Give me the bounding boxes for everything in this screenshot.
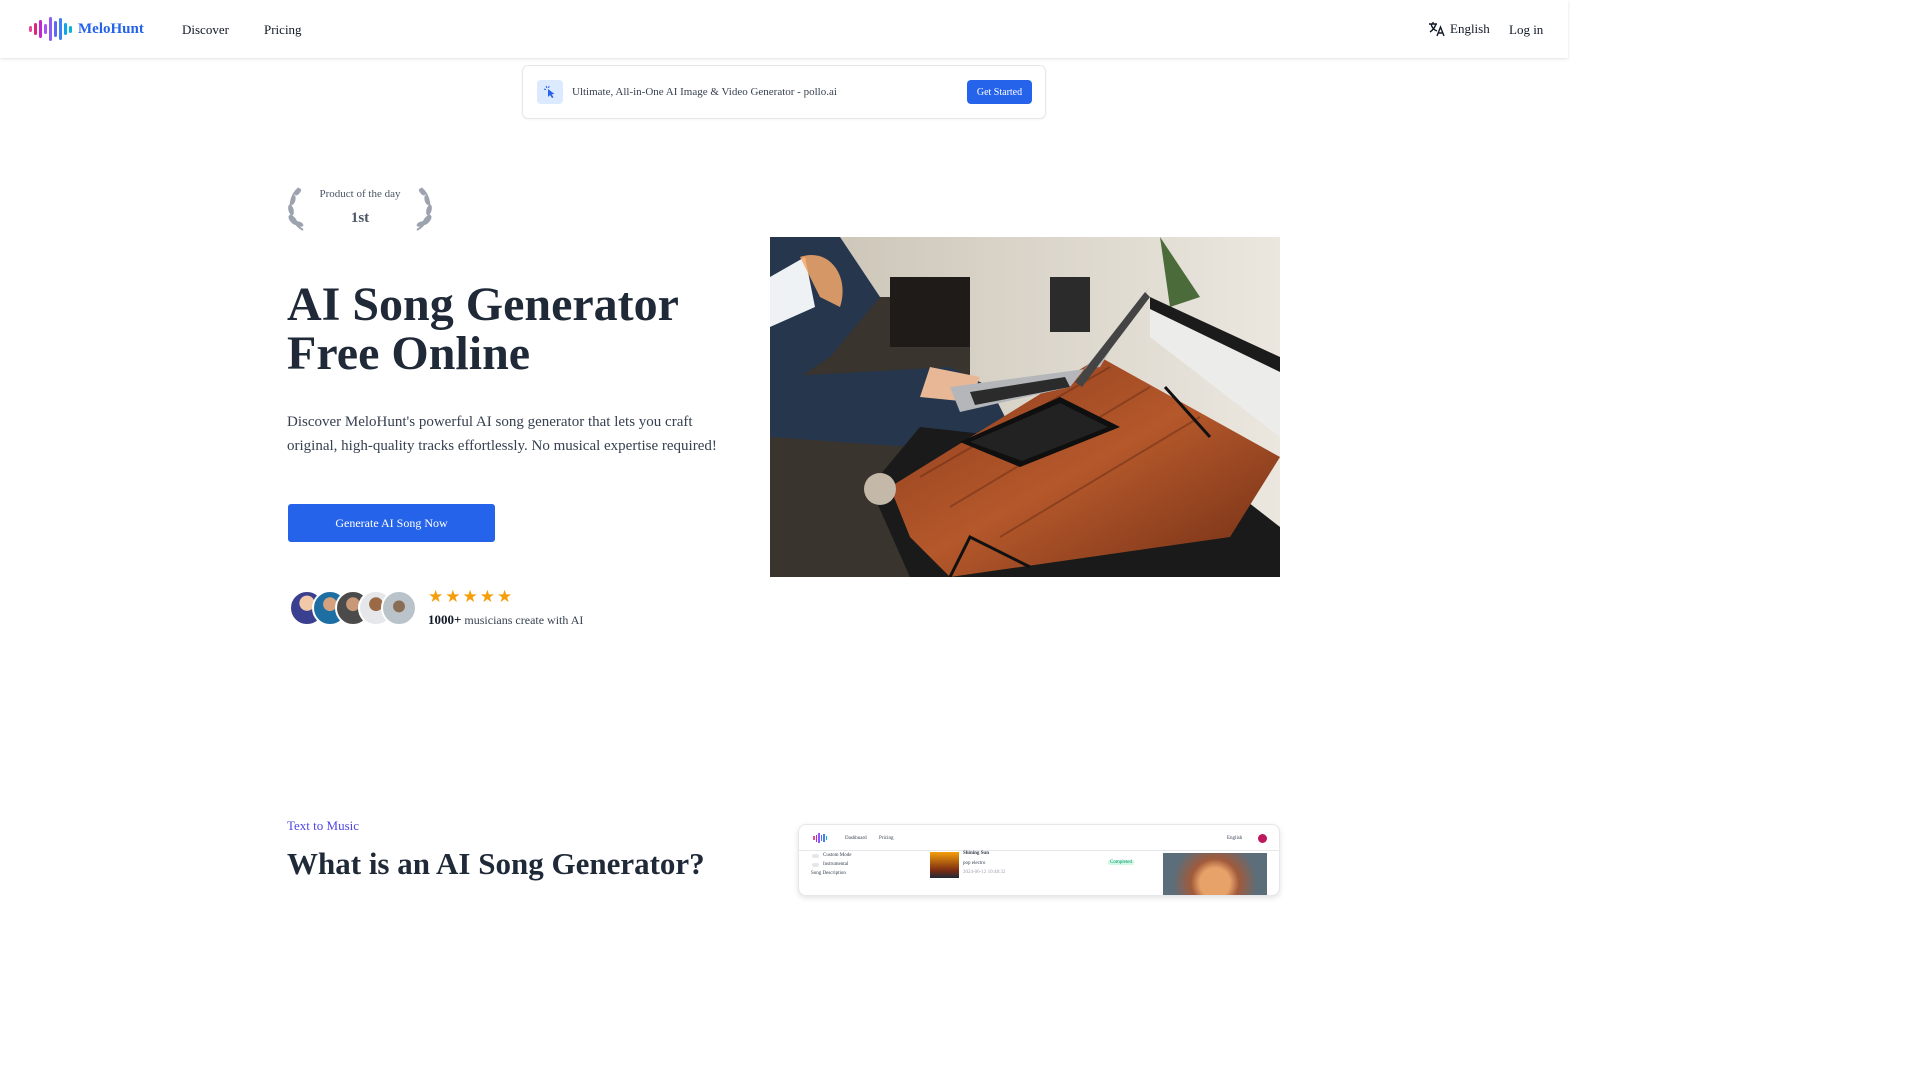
star-icon: ★ <box>462 587 478 606</box>
hero-title: AI Song Generator Free Online <box>287 280 727 378</box>
musicians-count: 1000+ musicians create with AI <box>428 612 583 628</box>
promo-text: Ultimate, All-in-One AI Image & Video Ge… <box>572 86 837 98</box>
star-icon: ★ <box>445 587 461 606</box>
nav-pricing[interactable]: Pricing <box>264 22 302 38</box>
get-started-button[interactable]: Get Started <box>967 80 1032 104</box>
star-icon: ★ <box>428 587 444 606</box>
product-of-the-day-badge[interactable]: Product of the day 1st <box>287 186 433 234</box>
preview-instrumental: Instrumental <box>823 862 849 867</box>
section-tag: Text to Music <box>287 818 360 833</box>
song-cover <box>930 852 959 878</box>
language-selector[interactable]: English <box>1428 21 1490 37</box>
hero-image <box>770 237 1280 577</box>
preview-nav-dashboard: Dashboard <box>845 836 867 841</box>
preview-song-description: Song Description <box>811 871 846 876</box>
rating-stars: ★ ★ ★ ★ ★ <box>428 588 512 606</box>
preview-nav-pricing: Pricing <box>879 836 894 841</box>
musicians-text: musicians create with AI <box>464 613 584 627</box>
preview-song-title: Shining Sun <box>963 851 989 856</box>
preview-language: English <box>1227 836 1243 841</box>
hero-description: Discover MeloHunt's powerful AI song gen… <box>287 414 717 454</box>
language-label: English <box>1450 21 1490 36</box>
preview-custom-mode: Custom Mode <box>823 853 852 858</box>
preview-song-status: Completed <box>1108 860 1134 865</box>
translate-icon <box>1429 22 1445 37</box>
avatar <box>381 590 417 626</box>
hero-title-line-1: AI Song Generator <box>287 278 679 331</box>
avatar <box>1258 834 1267 843</box>
sound-wave-logo-icon <box>813 833 827 843</box>
login-link[interactable]: Log in <box>1509 22 1543 38</box>
sound-wave-logo-icon <box>29 16 72 42</box>
musicians-number: 1000+ <box>428 612 462 627</box>
laurel-right-icon <box>416 187 432 231</box>
logo[interactable]: MeloHunt <box>29 16 144 42</box>
pointer-click-icon <box>537 80 563 104</box>
preview-song-genre: pop electro <box>963 861 986 866</box>
brand-name: MeloHunt <box>78 20 144 37</box>
section-title: What is an AI Song Generator? <box>287 846 705 881</box>
app-preview-screenshot: Dashboard Pricing English Custom Mode In… <box>798 824 1280 896</box>
hero-title-line-2: Free Online <box>287 327 531 380</box>
star-icon: ★ <box>497 587 513 606</box>
generate-song-button[interactable]: Generate AI Song Now <box>288 504 495 542</box>
preview-song-date: 2024-06-12 10:48:32 <box>963 870 1006 875</box>
nav-discover[interactable]: Discover <box>182 22 229 38</box>
top-navbar: MeloHunt Discover Pricing English Log in <box>0 0 1568 58</box>
promo-banner[interactable]: Ultimate, All-in-One AI Image & Video Ge… <box>522 65 1046 119</box>
song-artwork <box>1163 853 1267 895</box>
star-icon: ★ <box>479 587 495 606</box>
